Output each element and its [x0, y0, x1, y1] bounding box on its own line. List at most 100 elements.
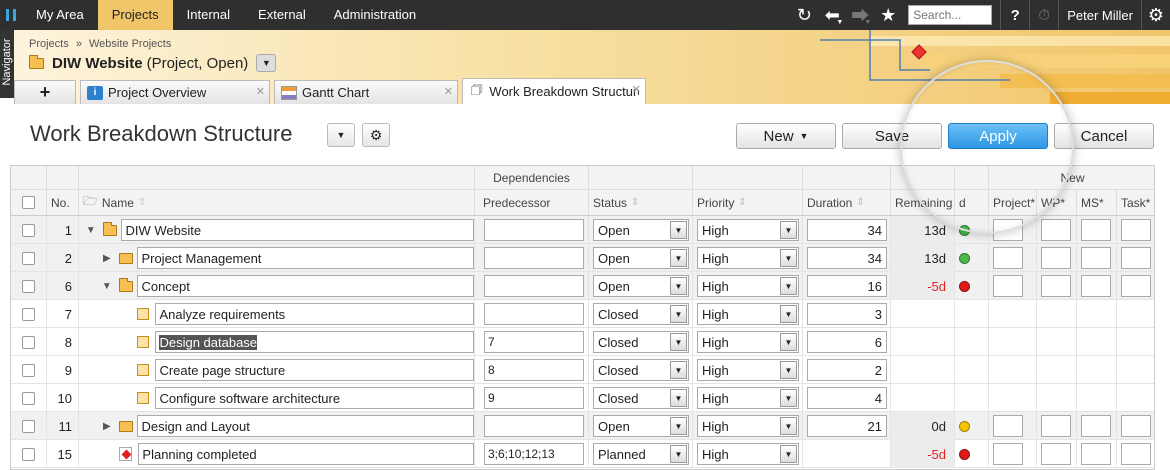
- refresh-icon[interactable]: ↻: [790, 0, 818, 30]
- new-ms-input[interactable]: [1081, 415, 1111, 437]
- tab-work-breakdown-structure[interactable]: 🗇 Work Breakdown Structure ✕: [462, 78, 646, 104]
- status-select[interactable]: Closed ▼: [593, 359, 689, 381]
- column-header-duration[interactable]: Duration ⇕: [803, 190, 891, 215]
- tab-gantt-chart[interactable]: Gantt Chart ✕: [274, 80, 458, 104]
- breadcrumb-projects[interactable]: Projects: [29, 38, 69, 50]
- table-row[interactable]: 2 ▶ Project Management Open ▼ High ▼ 34 13d: [11, 244, 1154, 272]
- task-name-field[interactable]: Planning completed: [138, 443, 474, 465]
- predecessor-field[interactable]: 8: [484, 359, 584, 381]
- new-task-input[interactable]: [1121, 415, 1151, 437]
- duration-field[interactable]: 21: [807, 415, 887, 437]
- new-wp-input[interactable]: [1041, 247, 1071, 269]
- status-select[interactable]: Planned ▼: [593, 443, 689, 465]
- duration-field[interactable]: 16: [807, 275, 887, 297]
- app-logo[interactable]: [0, 0, 22, 30]
- expand-arrow-icon[interactable]: ▶: [101, 421, 113, 432]
- duration-field[interactable]: 6: [807, 331, 887, 353]
- new-task-input[interactable]: [1121, 219, 1151, 241]
- add-tab-button[interactable]: +: [14, 80, 76, 104]
- table-row[interactable]: 6 ▼ Concept Open ▼ High ▼ 16 -5d: [11, 272, 1154, 300]
- nav-tab-projects[interactable]: Projects: [97, 0, 173, 30]
- user-name[interactable]: Peter Miller: [1059, 8, 1141, 23]
- task-name-field[interactable]: Concept: [137, 275, 474, 297]
- row-checkbox[interactable]: [22, 307, 35, 321]
- duration-field[interactable]: 3: [807, 303, 887, 325]
- column-header-status[interactable]: Status ⇕: [589, 190, 693, 215]
- column-header-project[interactable]: Project*: [989, 190, 1037, 215]
- new-project-input[interactable]: [993, 443, 1023, 465]
- table-row[interactable]: 9 Create page structure 8 Closed ▼ High ▼ 2: [11, 356, 1154, 384]
- predecessor-field[interactable]: 7: [484, 331, 584, 353]
- task-name-field[interactable]: Project Management: [137, 247, 474, 269]
- apply-button[interactable]: Apply: [948, 123, 1048, 149]
- row-checkbox[interactable]: [22, 335, 35, 349]
- table-row[interactable]: 1 ▼ DIW Website Open ▼ High ▼ 34 13d: [11, 216, 1154, 244]
- priority-select[interactable]: High ▼: [697, 219, 799, 241]
- priority-select[interactable]: High ▼: [697, 415, 799, 437]
- row-checkbox[interactable]: [22, 363, 35, 377]
- column-header-wp[interactable]: WP*: [1037, 190, 1077, 215]
- predecessor-field[interactable]: [484, 247, 584, 269]
- new-project-input[interactable]: [993, 415, 1023, 437]
- new-task-input[interactable]: [1121, 443, 1151, 465]
- nav-tab-external[interactable]: External: [244, 0, 320, 30]
- help-icon[interactable]: ?: [1001, 0, 1029, 30]
- breadcrumb-website-projects[interactable]: Website Projects: [89, 38, 171, 50]
- forward-arrow-icon[interactable]: ⮕ ▼: [846, 0, 874, 30]
- search-input[interactable]: [908, 5, 993, 25]
- new-project-input[interactable]: [993, 247, 1023, 269]
- status-select[interactable]: Open ▼: [593, 415, 689, 437]
- close-icon[interactable]: ✕: [444, 85, 453, 98]
- duration-field[interactable]: 34: [807, 219, 887, 241]
- predecessor-field[interactable]: [484, 219, 584, 241]
- priority-select[interactable]: High ▼: [697, 359, 799, 381]
- back-arrow-icon[interactable]: ⬅ ▼: [818, 0, 846, 30]
- nav-tab-administration[interactable]: Administration: [320, 0, 430, 30]
- new-wp-input[interactable]: [1041, 275, 1071, 297]
- priority-select[interactable]: High ▼: [697, 247, 799, 269]
- duration-field[interactable]: 34: [807, 247, 887, 269]
- status-select[interactable]: Closed ▼: [593, 303, 689, 325]
- task-name-field[interactable]: Configure software architecture: [155, 387, 474, 409]
- new-task-input[interactable]: [1121, 275, 1151, 297]
- view-settings-gear-icon[interactable]: ⚙: [362, 123, 390, 147]
- new-project-input[interactable]: [993, 219, 1023, 241]
- status-select[interactable]: Open ▼: [593, 275, 689, 297]
- nav-tab-my-area[interactable]: My Area: [22, 0, 98, 30]
- nav-tab-internal[interactable]: Internal: [173, 0, 244, 30]
- column-header-task[interactable]: Task*: [1117, 190, 1154, 215]
- save-button[interactable]: Save: [842, 123, 942, 149]
- task-name-field[interactable]: Design database: [155, 331, 474, 353]
- collapse-arrow-icon[interactable]: ▼: [101, 281, 113, 292]
- predecessor-field[interactable]: [484, 275, 584, 297]
- table-row[interactable]: 7 Analyze requirements Closed ▼ High ▼ 3: [11, 300, 1154, 328]
- column-header-d[interactable]: d: [955, 190, 989, 215]
- collapse-arrow-icon[interactable]: ▼: [85, 225, 97, 236]
- status-select[interactable]: Closed ▼: [593, 331, 689, 353]
- column-header-priority[interactable]: Priority ⇕: [693, 190, 803, 215]
- project-menu-dropdown[interactable]: ▼: [256, 54, 277, 72]
- new-ms-input[interactable]: [1081, 247, 1111, 269]
- predecessor-field[interactable]: 3;6;10;12;13: [484, 443, 584, 465]
- column-header-ms[interactable]: MS*: [1077, 190, 1117, 215]
- new-task-input[interactable]: [1121, 247, 1151, 269]
- status-select[interactable]: Open ▼: [593, 219, 689, 241]
- predecessor-field[interactable]: 9: [484, 387, 584, 409]
- favorites-star-icon[interactable]: ★: [874, 0, 902, 30]
- predecessor-field[interactable]: [484, 415, 584, 437]
- column-header-no[interactable]: No.: [47, 190, 79, 215]
- tab-project-overview[interactable]: i Project Overview ✕: [80, 80, 270, 104]
- view-menu-dropdown[interactable]: ▼: [327, 123, 355, 147]
- priority-select[interactable]: High ▼: [697, 387, 799, 409]
- priority-select[interactable]: High ▼: [697, 303, 799, 325]
- table-row[interactable]: 15 Planning completed 3;6;10;12;13 Planned ▼…: [11, 440, 1154, 468]
- cancel-button[interactable]: Cancel: [1054, 123, 1154, 149]
- close-icon[interactable]: ✕: [256, 85, 265, 98]
- new-ms-input[interactable]: [1081, 443, 1111, 465]
- table-row[interactable]: 10 Configure software architecture 9 Closed…: [11, 384, 1154, 412]
- table-row[interactable]: 8 Design database 7 Closed ▼ High ▼ 6: [11, 328, 1154, 356]
- column-header-predecessor[interactable]: Predecessor: [475, 190, 589, 215]
- task-name-field[interactable]: DIW Website: [121, 219, 474, 241]
- new-wp-input[interactable]: [1041, 219, 1071, 241]
- new-ms-input[interactable]: [1081, 275, 1111, 297]
